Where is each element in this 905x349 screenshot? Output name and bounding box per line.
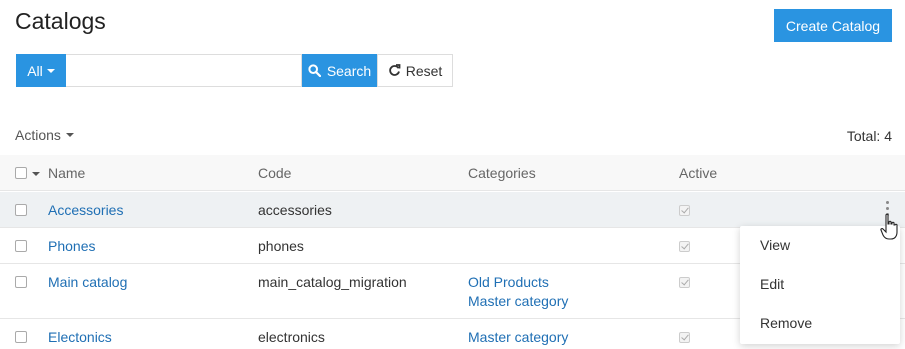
search-bar: All Search Reset	[16, 54, 453, 87]
column-header-name[interactable]: Name	[48, 165, 85, 181]
row-checkbox[interactable]	[15, 240, 27, 252]
reset-button[interactable]: Reset	[377, 54, 453, 87]
row-name-link[interactable]: Main catalog	[48, 274, 127, 290]
menu-item-edit[interactable]: Edit	[760, 276, 784, 292]
filter-dropdown-button[interactable]: All	[16, 54, 66, 87]
row-name-link[interactable]: Electonics	[48, 329, 112, 345]
page-title: Catalogs	[15, 8, 106, 34]
filter-label: All	[27, 62, 43, 79]
column-header-code[interactable]: Code	[258, 165, 291, 181]
row-checkbox[interactable]	[15, 204, 27, 216]
chevron-down-icon	[65, 133, 74, 137]
hand-cursor-icon	[880, 213, 898, 240]
total-count: Total: 4	[846, 128, 892, 144]
row-code: electronics	[258, 329, 325, 345]
row-context-menu: View Edit Remove	[740, 226, 900, 344]
menu-item-view[interactable]: View	[760, 237, 790, 253]
create-catalog-button[interactable]: Create Catalog	[774, 9, 892, 42]
row-active-checkbox	[679, 332, 690, 343]
refresh-icon	[388, 64, 401, 76]
row-active-checkbox	[679, 241, 690, 252]
table-row[interactable]: Accessories accessories	[0, 192, 905, 228]
row-category-link[interactable]: Master category	[468, 293, 568, 309]
chevron-down-icon	[46, 68, 55, 73]
table-header: Name Code Categories Active	[0, 155, 905, 191]
search-button[interactable]: Search	[302, 54, 377, 87]
row-code: phones	[258, 238, 304, 254]
row-name-link[interactable]: Phones	[48, 238, 95, 254]
row-category-link[interactable]: Old Products	[468, 274, 549, 290]
reset-button-label: Reset	[405, 62, 443, 79]
column-header-categories[interactable]: Categories	[468, 165, 536, 181]
row-code: main_catalog_migration	[258, 274, 407, 290]
search-button-label: Search	[326, 62, 372, 79]
actions-label: Actions	[15, 127, 61, 143]
column-header-active[interactable]: Active	[679, 165, 717, 181]
row-code: accessories	[258, 202, 332, 218]
select-all-checkbox[interactable]	[15, 167, 27, 179]
row-checkbox[interactable]	[15, 331, 27, 343]
row-category-link[interactable]: Master category	[468, 329, 568, 345]
select-all-chevron-icon[interactable]	[32, 172, 40, 176]
search-input[interactable]	[66, 54, 302, 87]
menu-item-remove[interactable]: Remove	[760, 315, 812, 331]
row-active-checkbox	[679, 277, 690, 288]
row-checkbox[interactable]	[15, 276, 27, 288]
row-active-checkbox	[679, 205, 690, 216]
actions-dropdown[interactable]: Actions	[15, 127, 74, 143]
search-icon	[308, 64, 321, 77]
row-name-link[interactable]: Accessories	[48, 202, 123, 218]
